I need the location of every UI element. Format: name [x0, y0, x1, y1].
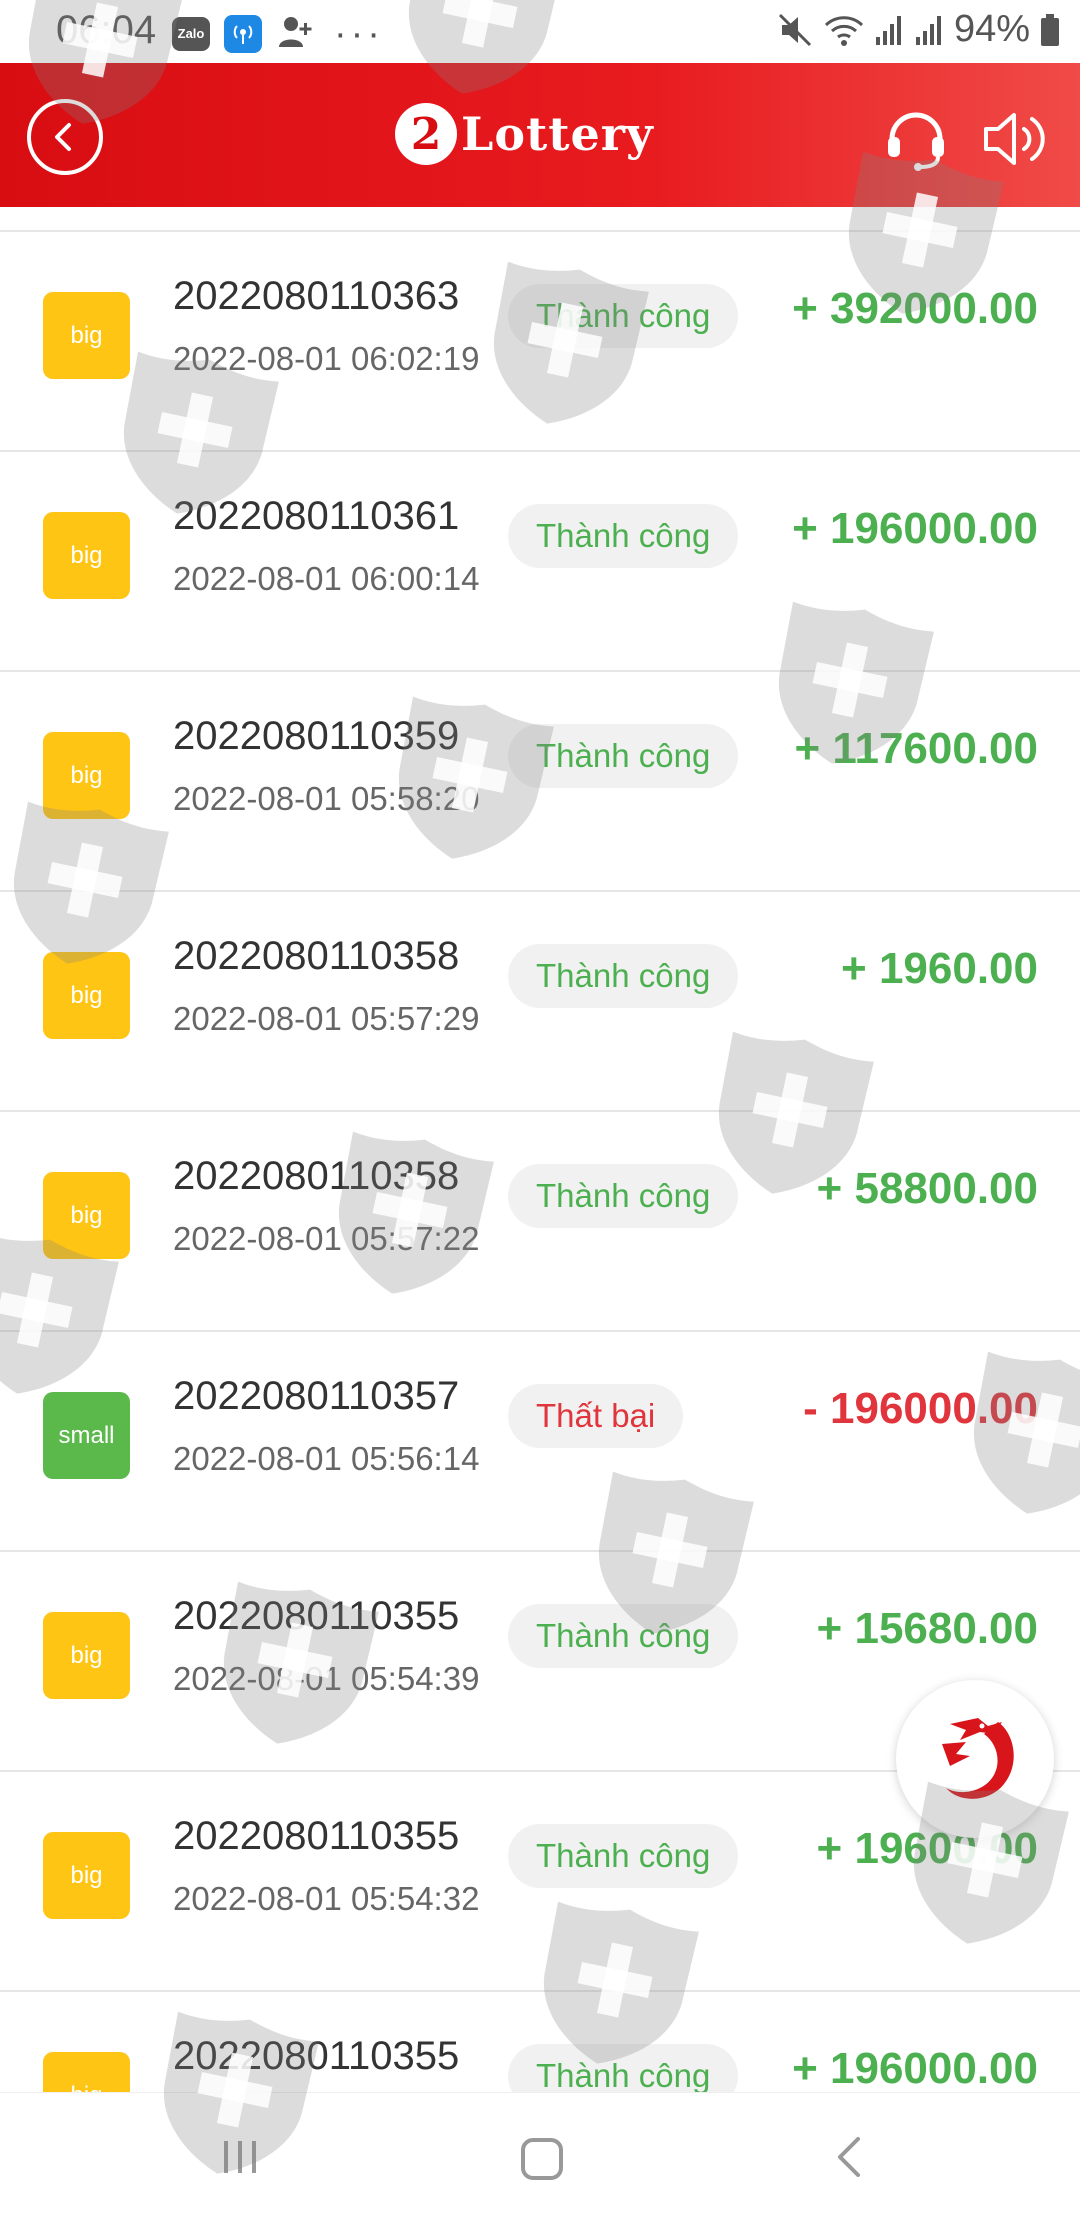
logo-text: Lottery: [461, 107, 654, 161]
app-logo: 2 Lottery: [395, 103, 654, 165]
home-button[interactable]: [520, 2137, 564, 2186]
status-bar: 06:04 Zalo ··· 94%: [0, 0, 1080, 63]
battery-percent: 94%: [953, 8, 1030, 50]
headset-icon: [888, 112, 944, 171]
notification-icons: Zalo ···: [172, 13, 384, 54]
signal-1-icon: [875, 15, 901, 45]
recent-apps-button[interactable]: [220, 2137, 260, 2182]
amount: + 58800.00: [816, 1164, 1038, 1213]
transaction-time: 2022-08-01 05:54:32: [173, 1880, 480, 1917]
mute-icon: [778, 13, 811, 46]
status-badge: Thành công: [508, 724, 739, 788]
issue-number: 2022080110358: [173, 1154, 460, 1198]
floating-dragon-button[interactable]: [896, 1680, 1054, 1838]
more-notifications-icon: ···: [334, 12, 384, 55]
system-status-icons: 94%: [778, 8, 1060, 51]
zalo-icon: Zalo: [172, 16, 210, 51]
status-badge: Thành công: [508, 2044, 739, 2094]
add-contact-icon: [276, 13, 314, 54]
bet-type-badge: big: [43, 2052, 130, 2094]
signal-2-icon: [915, 15, 941, 45]
issue-number: 2022080110358: [173, 934, 460, 978]
home-icon: [521, 2138, 563, 2180]
system-back-button[interactable]: [830, 2133, 870, 2186]
status-badge: Thành công: [508, 1164, 739, 1228]
customer-support-button[interactable]: [880, 101, 952, 173]
status-badge: Thất bại: [508, 1384, 684, 1448]
transaction-time: 2022-08-01 05:58:20: [173, 780, 480, 817]
amount: + 1960.00: [841, 944, 1038, 993]
amount: + 117600.00: [794, 724, 1038, 773]
wifi-icon: [824, 15, 863, 46]
dragon-icon: [942, 1718, 1014, 1799]
transaction-row[interactable]: big 2022080110355 Thành công + 196000.00: [0, 1992, 1080, 2094]
transaction-time: 2022-08-01 05:57:29: [173, 1000, 480, 1037]
status-badge: Thành công: [508, 504, 739, 568]
issue-number: 2022080110361: [173, 494, 460, 538]
logo-mark: 2: [395, 103, 457, 165]
bet-type-badge: big: [43, 1612, 130, 1699]
transaction-row[interactable]: big 2022080110358 2022-08-01 05:57:29 Thành…: [0, 892, 1080, 1112]
status-badge: Thành công: [508, 1824, 739, 1888]
bet-type-badge: big: [43, 1172, 130, 1259]
amount: + 196000.00: [792, 504, 1038, 553]
transaction-row[interactable]: big 2022080110359 2022-08-01 05:58:20 Thành…: [0, 672, 1080, 892]
bet-type-badge: big: [43, 512, 130, 599]
status-time: 06:04: [56, 8, 157, 52]
amount: + 392000.00: [792, 284, 1038, 333]
app-header: 2 Lottery: [0, 63, 1080, 207]
issue-number: 2022080110355: [173, 2034, 460, 2078]
status-badge: Thành công: [508, 944, 739, 1008]
issue-number: 2022080110357: [173, 1374, 460, 1418]
back-button[interactable]: [27, 99, 103, 175]
issue-number: 2022080110363: [173, 274, 460, 318]
status-badge: Thành công: [508, 1604, 739, 1668]
transaction-row[interactable]: small 2022080110357 2022-08-01 05:56:14 Thấ…: [0, 1332, 1080, 1552]
transaction-time: 2022-08-01 05:57:22: [173, 1220, 480, 1257]
amount: + 196000.00: [792, 2044, 1038, 2093]
transaction-time: 2022-08-01 05:56:14: [173, 1440, 480, 1477]
transaction-row[interactable]: big 2022080110358 2022-08-01 05:57:22 Thành…: [0, 1112, 1080, 1332]
amount: + 15680.00: [816, 1604, 1038, 1653]
chevron-left-icon: [55, 123, 71, 151]
issue-number: 2022080110355: [173, 1594, 460, 1638]
bet-type-badge: big: [43, 1832, 130, 1919]
transaction-row[interactable]: big 2022080110363 2022-08-01 06:02:19 Thành…: [0, 232, 1080, 452]
back-chevron-icon: [838, 2137, 860, 2177]
transaction-row[interactable]: big 2022080110361 2022-08-01 06:00:14 Thành…: [0, 452, 1080, 672]
transaction-time: 2022-08-01 05:54:39: [173, 1660, 480, 1697]
status-badge: Thành công: [508, 284, 739, 348]
speaker-icon: [984, 113, 1045, 165]
battery-icon: [1041, 13, 1059, 46]
issue-number: 2022080110359: [173, 714, 460, 758]
bet-type-badge: big: [43, 292, 130, 379]
hotspot-app-icon: [224, 14, 262, 53]
transaction-time: 2022-08-01 06:00:14: [173, 560, 480, 597]
bet-type-badge: big: [43, 952, 130, 1039]
bet-type-badge: small: [43, 1392, 130, 1479]
recents-icon: [224, 2141, 256, 2173]
bet-type-badge: big: [43, 732, 130, 819]
amount: - 196000.00: [803, 1384, 1038, 1433]
issue-number: 2022080110355: [173, 1814, 460, 1858]
transaction-time: 2022-08-01 06:02:19: [173, 340, 480, 377]
sound-toggle-button[interactable]: [980, 107, 1052, 171]
system-navigation-bar: [0, 2092, 1080, 2221]
